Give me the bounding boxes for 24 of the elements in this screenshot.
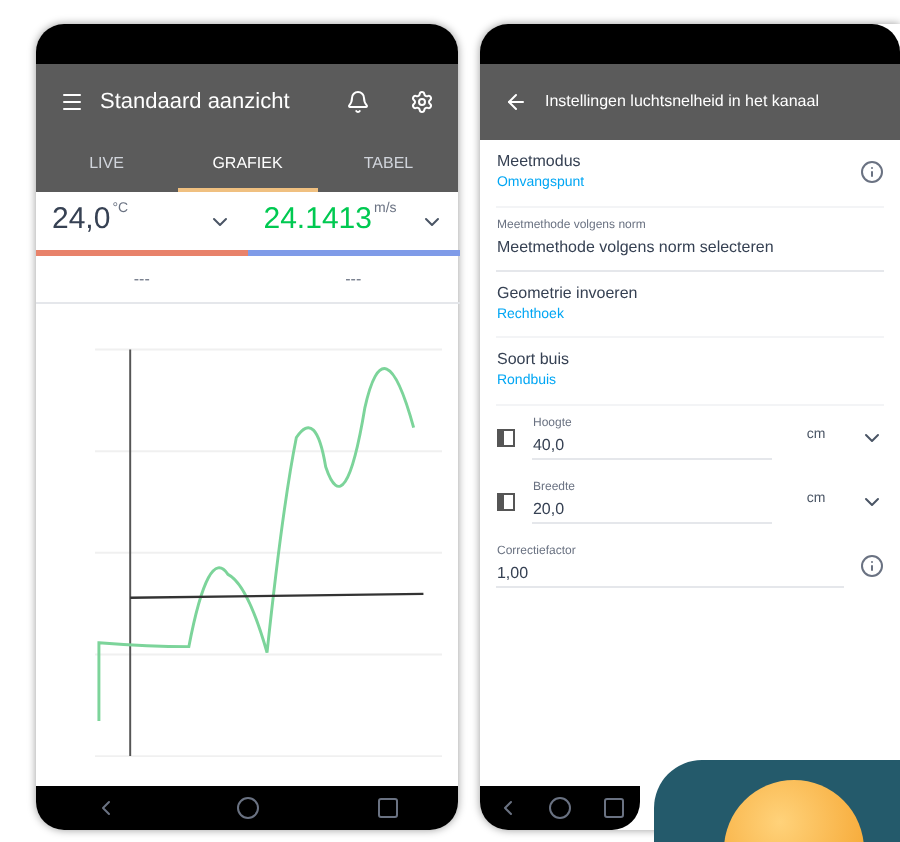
info-icon[interactable] bbox=[860, 553, 884, 577]
settings-icon[interactable] bbox=[410, 90, 435, 114]
tab[interactable]: GRAFIEK bbox=[177, 140, 318, 192]
reading-value: 24.1413 bbox=[263, 200, 372, 241]
menu-icon[interactable] bbox=[60, 90, 84, 114]
home-icon[interactable] bbox=[235, 796, 260, 820]
info-icon[interactable] bbox=[860, 160, 884, 185]
back-icon[interactable] bbox=[504, 90, 529, 114]
recents-icon[interactable] bbox=[376, 796, 401, 820]
recents-icon[interactable] bbox=[602, 796, 627, 820]
channel-dropdown[interactable]: --- bbox=[36, 256, 248, 304]
tab[interactable]: LIVE bbox=[36, 140, 177, 192]
dimension-icon bbox=[496, 427, 517, 447]
setting-label: Soort buis bbox=[496, 348, 572, 372]
setting-label: Meetmodus bbox=[496, 150, 583, 174]
app-title: Instellingen luchtsnelheid in het kanaal bbox=[544, 90, 819, 114]
setting-label: Geometrie invoeren bbox=[496, 281, 640, 305]
home-icon[interactable] bbox=[548, 796, 573, 820]
reading-value: 24,0 bbox=[52, 200, 111, 241]
dimension-icon bbox=[496, 491, 517, 511]
bell-icon[interactable] bbox=[346, 90, 371, 114]
tab[interactable]: TABEL bbox=[318, 140, 459, 192]
app-title: Standaard aanzicht bbox=[100, 87, 292, 118]
channel-dropdown[interactable]: --- bbox=[247, 256, 459, 304]
